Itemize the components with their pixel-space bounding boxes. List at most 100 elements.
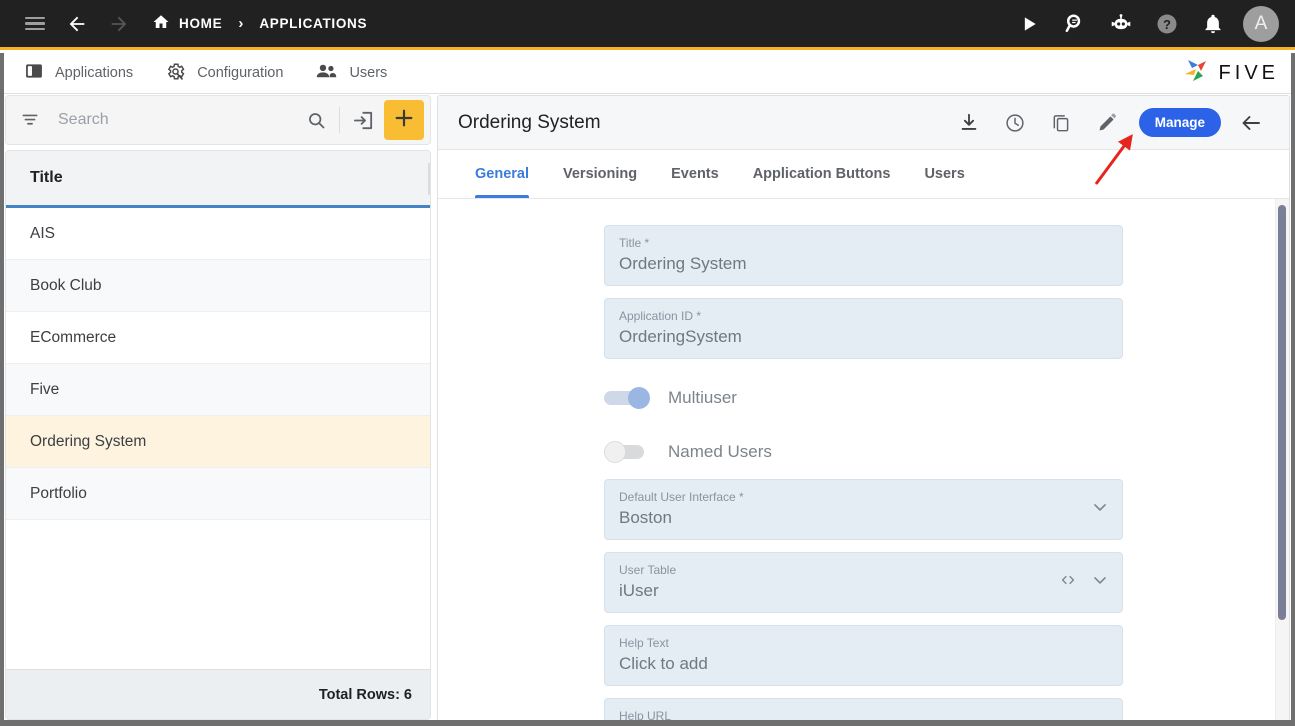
field-help-text-value: Click to add bbox=[619, 654, 708, 673]
import-arrow-icon[interactable] bbox=[346, 103, 380, 137]
search-bar bbox=[5, 95, 431, 145]
field-help-url[interactable]: Help URL bbox=[604, 698, 1123, 722]
arrow-right-icon[interactable] bbox=[98, 3, 140, 45]
history-clock-icon[interactable] bbox=[993, 102, 1037, 144]
chevron-down-icon[interactable] bbox=[1090, 497, 1110, 522]
run-icon[interactable] bbox=[1009, 4, 1049, 44]
table-column-header-title[interactable]: Title bbox=[6, 151, 430, 208]
breadcrumb-home-label: HOME bbox=[179, 16, 223, 31]
table-row[interactable]: AIS bbox=[6, 208, 430, 260]
field-default-user-interface-label: Default User Interface * bbox=[619, 490, 744, 504]
tab-general-label: General bbox=[475, 166, 529, 182]
field-application-id-value: OrderingSystem bbox=[619, 327, 742, 346]
five-logo: FIVE bbox=[1182, 57, 1279, 90]
breadcrumb: HOME › APPLICATIONS bbox=[152, 13, 367, 34]
field-application-id-label: Application ID * bbox=[619, 309, 702, 323]
top-navigation-bar: HOME › APPLICATIONS ? A bbox=[0, 0, 1295, 50]
search-icon[interactable] bbox=[299, 103, 333, 137]
applications-table: Title AIS Book Club ECommerce Five Order… bbox=[5, 150, 431, 720]
field-help-text[interactable]: Help Text Click to add bbox=[604, 625, 1123, 686]
page-title: Ordering System bbox=[458, 111, 601, 133]
field-application-id[interactable]: Application ID * OrderingSystem bbox=[604, 298, 1123, 359]
filter-icon[interactable] bbox=[20, 110, 42, 130]
table-row[interactable]: Book Club bbox=[6, 260, 430, 312]
tab-events-label: Events bbox=[671, 166, 719, 182]
nav-tab-configuration-label: Configuration bbox=[197, 65, 284, 81]
tab-events[interactable]: Events bbox=[654, 150, 736, 198]
code-brackets-icon[interactable] bbox=[1058, 570, 1078, 595]
total-rows-label: Total Rows: 6 bbox=[318, 686, 412, 703]
named-users-toggle[interactable] bbox=[604, 441, 650, 463]
window-bottom-edge bbox=[0, 720, 1295, 726]
home-icon bbox=[152, 13, 170, 34]
breadcrumb-applications-label: APPLICATIONS bbox=[259, 16, 368, 31]
row-title: Ordering System bbox=[30, 432, 147, 450]
notifications-bell-icon[interactable] bbox=[1193, 4, 1233, 44]
module-tab-strip: Applications Configuration Users FIVE bbox=[0, 53, 1295, 94]
search-input[interactable] bbox=[42, 110, 299, 130]
nav-tab-users-label: Users bbox=[349, 65, 388, 81]
table-row-selected[interactable]: Ordering System bbox=[6, 416, 430, 468]
form-scroll-content: Title * Ordering System Application ID *… bbox=[438, 199, 1289, 722]
avatar-initial: A bbox=[1254, 12, 1268, 34]
topbar-right-group: ? A bbox=[1009, 4, 1295, 44]
row-title: ECommerce bbox=[30, 328, 117, 346]
field-title[interactable]: Title * Ordering System bbox=[604, 225, 1123, 286]
field-user-table[interactable]: User Table iUser bbox=[604, 552, 1123, 613]
field-user-table-value: iUser bbox=[619, 581, 659, 600]
tab-users-label: Users bbox=[924, 166, 965, 182]
tab-application-buttons-label: Application Buttons bbox=[752, 166, 891, 182]
application-detail-panel: Ordering System Manage General Versionin… bbox=[437, 95, 1290, 723]
table-row[interactable]: Portfolio bbox=[6, 468, 430, 520]
chatbot-icon[interactable] bbox=[1101, 4, 1141, 44]
table-row[interactable]: Five bbox=[6, 364, 430, 416]
table-footer: Total Rows: 6 bbox=[6, 669, 430, 719]
column-resizer[interactable] bbox=[428, 163, 430, 195]
detail-toolbar: Manage bbox=[947, 102, 1273, 144]
tab-application-buttons[interactable]: Application Buttons bbox=[736, 150, 908, 198]
users-icon bbox=[315, 61, 338, 85]
field-help-text-label: Help Text bbox=[619, 636, 669, 650]
copy-icon[interactable] bbox=[1039, 102, 1083, 144]
arrow-left-icon[interactable] bbox=[56, 3, 98, 45]
table-row[interactable]: ECommerce bbox=[6, 312, 430, 364]
table-rows: AIS Book Club ECommerce Five Ordering Sy… bbox=[6, 208, 430, 669]
row-title: AIS bbox=[30, 224, 55, 242]
tab-versioning-label: Versioning bbox=[563, 166, 638, 182]
form-scrollbar[interactable] bbox=[1278, 205, 1286, 623]
breadcrumb-separator-icon: › bbox=[238, 15, 244, 32]
tab-versioning[interactable]: Versioning bbox=[546, 150, 654, 198]
edit-pencil-icon[interactable] bbox=[1085, 102, 1129, 144]
applications-icon bbox=[24, 61, 44, 85]
nav-tab-configuration[interactable]: Configuration bbox=[149, 53, 299, 94]
nav-tab-applications-label: Applications bbox=[55, 65, 134, 81]
app-root: HOME › APPLICATIONS ? A Applications Con… bbox=[0, 0, 1295, 726]
search-magnifier-icon[interactable] bbox=[1055, 4, 1095, 44]
breadcrumb-item-applications[interactable]: APPLICATIONS bbox=[259, 16, 367, 31]
field-default-user-interface[interactable]: Default User Interface * Boston bbox=[604, 479, 1123, 540]
tab-general[interactable]: General bbox=[458, 150, 546, 198]
nav-tab-users[interactable]: Users bbox=[299, 53, 403, 94]
avatar[interactable]: A bbox=[1243, 5, 1279, 42]
close-panel-arrow-icon[interactable] bbox=[1229, 102, 1273, 144]
hamburger-icon[interactable] bbox=[14, 3, 56, 45]
help-icon[interactable]: ? bbox=[1147, 4, 1187, 44]
nav-tab-applications[interactable]: Applications bbox=[8, 53, 149, 94]
tab-users[interactable]: Users bbox=[907, 150, 981, 198]
manage-button[interactable]: Manage bbox=[1138, 108, 1221, 137]
window-right-edge bbox=[1291, 53, 1295, 720]
multiuser-toggle[interactable] bbox=[604, 387, 650, 409]
download-icon[interactable] bbox=[947, 102, 991, 144]
configuration-gear-icon bbox=[165, 61, 186, 86]
row-title: Portfolio bbox=[30, 484, 87, 502]
field-default-user-interface-value: Boston bbox=[619, 508, 672, 527]
add-application-button[interactable] bbox=[384, 100, 424, 140]
multiuser-label: Multiuser bbox=[668, 388, 737, 407]
detail-tab-strip: General Versioning Events Application Bu… bbox=[438, 150, 1289, 199]
toolbar-divider bbox=[339, 107, 340, 133]
chevron-down-icon[interactable] bbox=[1090, 570, 1110, 595]
scrollbar-thumb[interactable] bbox=[1278, 205, 1286, 620]
breadcrumb-item-home[interactable]: HOME bbox=[152, 13, 222, 34]
row-title: Book Club bbox=[30, 276, 102, 294]
field-title-label: Title * bbox=[619, 236, 650, 250]
